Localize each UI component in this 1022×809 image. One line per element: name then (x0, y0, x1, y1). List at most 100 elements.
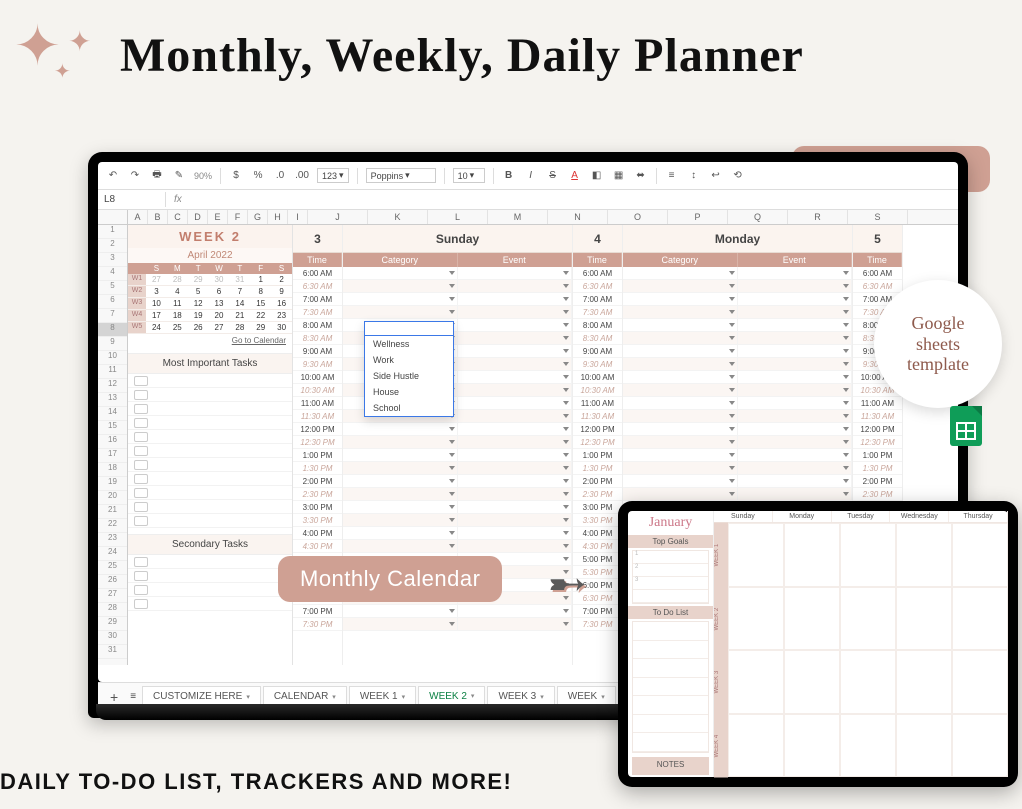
row-header[interactable]: 21 (98, 505, 127, 519)
row-header[interactable]: 11 (98, 365, 127, 379)
category-cell[interactable] (623, 345, 738, 357)
category-cell[interactable] (343, 527, 458, 539)
col-header[interactable]: H (268, 210, 288, 224)
undo-icon[interactable]: ↶ (106, 170, 120, 181)
row-header[interactable]: 24 (98, 547, 127, 561)
event-cell[interactable] (458, 410, 573, 422)
cell-reference[interactable]: L8 (98, 192, 166, 207)
row-header[interactable]: 12 (98, 379, 127, 393)
row-header[interactable]: 15 (98, 421, 127, 435)
col-header[interactable]: S (848, 210, 908, 224)
row-header[interactable]: 29 (98, 617, 127, 631)
dropdown-option[interactable]: House (365, 384, 453, 400)
category-cell[interactable] (623, 293, 738, 305)
number-format-select[interactable]: 123 ▾ (317, 168, 349, 183)
category-cell[interactable] (623, 267, 738, 279)
dropdown-option[interactable]: School (365, 400, 453, 416)
task-row[interactable] (128, 402, 292, 416)
dropdown-option[interactable]: Side Hustle (365, 368, 453, 384)
category-cell[interactable] (623, 410, 738, 422)
top-goals-box[interactable]: 123 (632, 550, 709, 604)
category-cell[interactable] (343, 605, 458, 617)
redo-icon[interactable]: ↷ (128, 170, 142, 181)
print-icon[interactable]: 🖶 (150, 167, 164, 184)
event-cell[interactable] (458, 501, 573, 513)
row-header[interactable]: 23 (98, 533, 127, 547)
event-cell[interactable] (458, 345, 573, 357)
valign-icon[interactable]: ↕ (687, 170, 701, 181)
event-cell[interactable] (458, 371, 573, 383)
zoom-select[interactable]: 90% (194, 171, 212, 181)
category-cell[interactable] (343, 267, 458, 279)
rotate-icon[interactable]: ⟲ (731, 170, 745, 181)
event-cell[interactable] (738, 475, 853, 487)
checkbox-icon[interactable] (134, 474, 148, 484)
event-cell[interactable] (738, 436, 853, 448)
event-cell[interactable] (458, 358, 573, 370)
event-cell[interactable] (738, 397, 853, 409)
col-header[interactable]: D (188, 210, 208, 224)
event-cell[interactable] (458, 332, 573, 344)
event-cell[interactable] (738, 462, 853, 474)
event-cell[interactable] (738, 332, 853, 344)
category-cell[interactable] (623, 423, 738, 435)
col-header[interactable]: A (128, 210, 148, 224)
task-row[interactable] (128, 583, 292, 597)
event-cell[interactable] (458, 618, 573, 630)
task-row[interactable] (128, 555, 292, 569)
col-header[interactable]: Q (728, 210, 788, 224)
row-header[interactable]: 3 (98, 253, 127, 267)
event-cell[interactable] (738, 345, 853, 357)
event-cell[interactable] (738, 449, 853, 461)
event-cell[interactable] (738, 319, 853, 331)
task-row[interactable] (128, 458, 292, 472)
event-cell[interactable] (458, 397, 573, 409)
event-cell[interactable] (458, 306, 573, 318)
fill-color-icon[interactable]: ◧ (590, 170, 604, 181)
checkbox-icon[interactable] (134, 557, 148, 567)
task-row[interactable] (128, 486, 292, 500)
category-cell[interactable] (343, 293, 458, 305)
category-cell[interactable] (623, 280, 738, 292)
task-row[interactable] (128, 500, 292, 514)
row-header[interactable]: 31 (98, 645, 127, 659)
col-header[interactable]: N (548, 210, 608, 224)
task-row[interactable] (128, 569, 292, 583)
category-cell[interactable] (623, 384, 738, 396)
task-row[interactable] (128, 388, 292, 402)
category-cell[interactable] (343, 514, 458, 526)
task-row[interactable] (128, 374, 292, 388)
checkbox-icon[interactable] (134, 418, 148, 428)
event-cell[interactable] (458, 449, 573, 461)
row-header[interactable]: 25 (98, 561, 127, 575)
category-cell[interactable] (343, 475, 458, 487)
checkbox-icon[interactable] (134, 390, 148, 400)
row-header[interactable]: 14 (98, 407, 127, 421)
row-header[interactable]: 1 (98, 225, 127, 239)
checkbox-icon[interactable] (134, 460, 148, 470)
event-cell[interactable] (458, 319, 573, 331)
event-cell[interactable] (458, 267, 573, 279)
event-cell[interactable] (458, 384, 573, 396)
category-cell[interactable] (343, 488, 458, 500)
category-dropdown[interactable]: WellnessWorkSide HustleHouseSchool (364, 321, 454, 417)
event-cell[interactable] (458, 462, 573, 474)
event-cell[interactable] (738, 488, 853, 500)
category-cell[interactable] (623, 319, 738, 331)
checkbox-icon[interactable] (134, 502, 148, 512)
col-header[interactable]: O (608, 210, 668, 224)
category-cell[interactable] (623, 462, 738, 474)
font-size-select[interactable]: 10 ▾ (453, 168, 485, 183)
category-cell[interactable] (343, 306, 458, 318)
decimal-inc-icon[interactable]: .00 (295, 170, 309, 181)
col-header[interactable]: J (308, 210, 368, 224)
paint-format-icon[interactable]: ✎ (172, 170, 186, 181)
checkbox-icon[interactable] (134, 516, 148, 526)
category-cell[interactable] (623, 449, 738, 461)
task-row[interactable] (128, 597, 292, 611)
col-header[interactable]: G (248, 210, 268, 224)
row-header[interactable]: 16 (98, 435, 127, 449)
checkbox-icon[interactable] (134, 571, 148, 581)
borders-icon[interactable]: ▦ (612, 170, 626, 181)
col-header[interactable]: E (208, 210, 228, 224)
